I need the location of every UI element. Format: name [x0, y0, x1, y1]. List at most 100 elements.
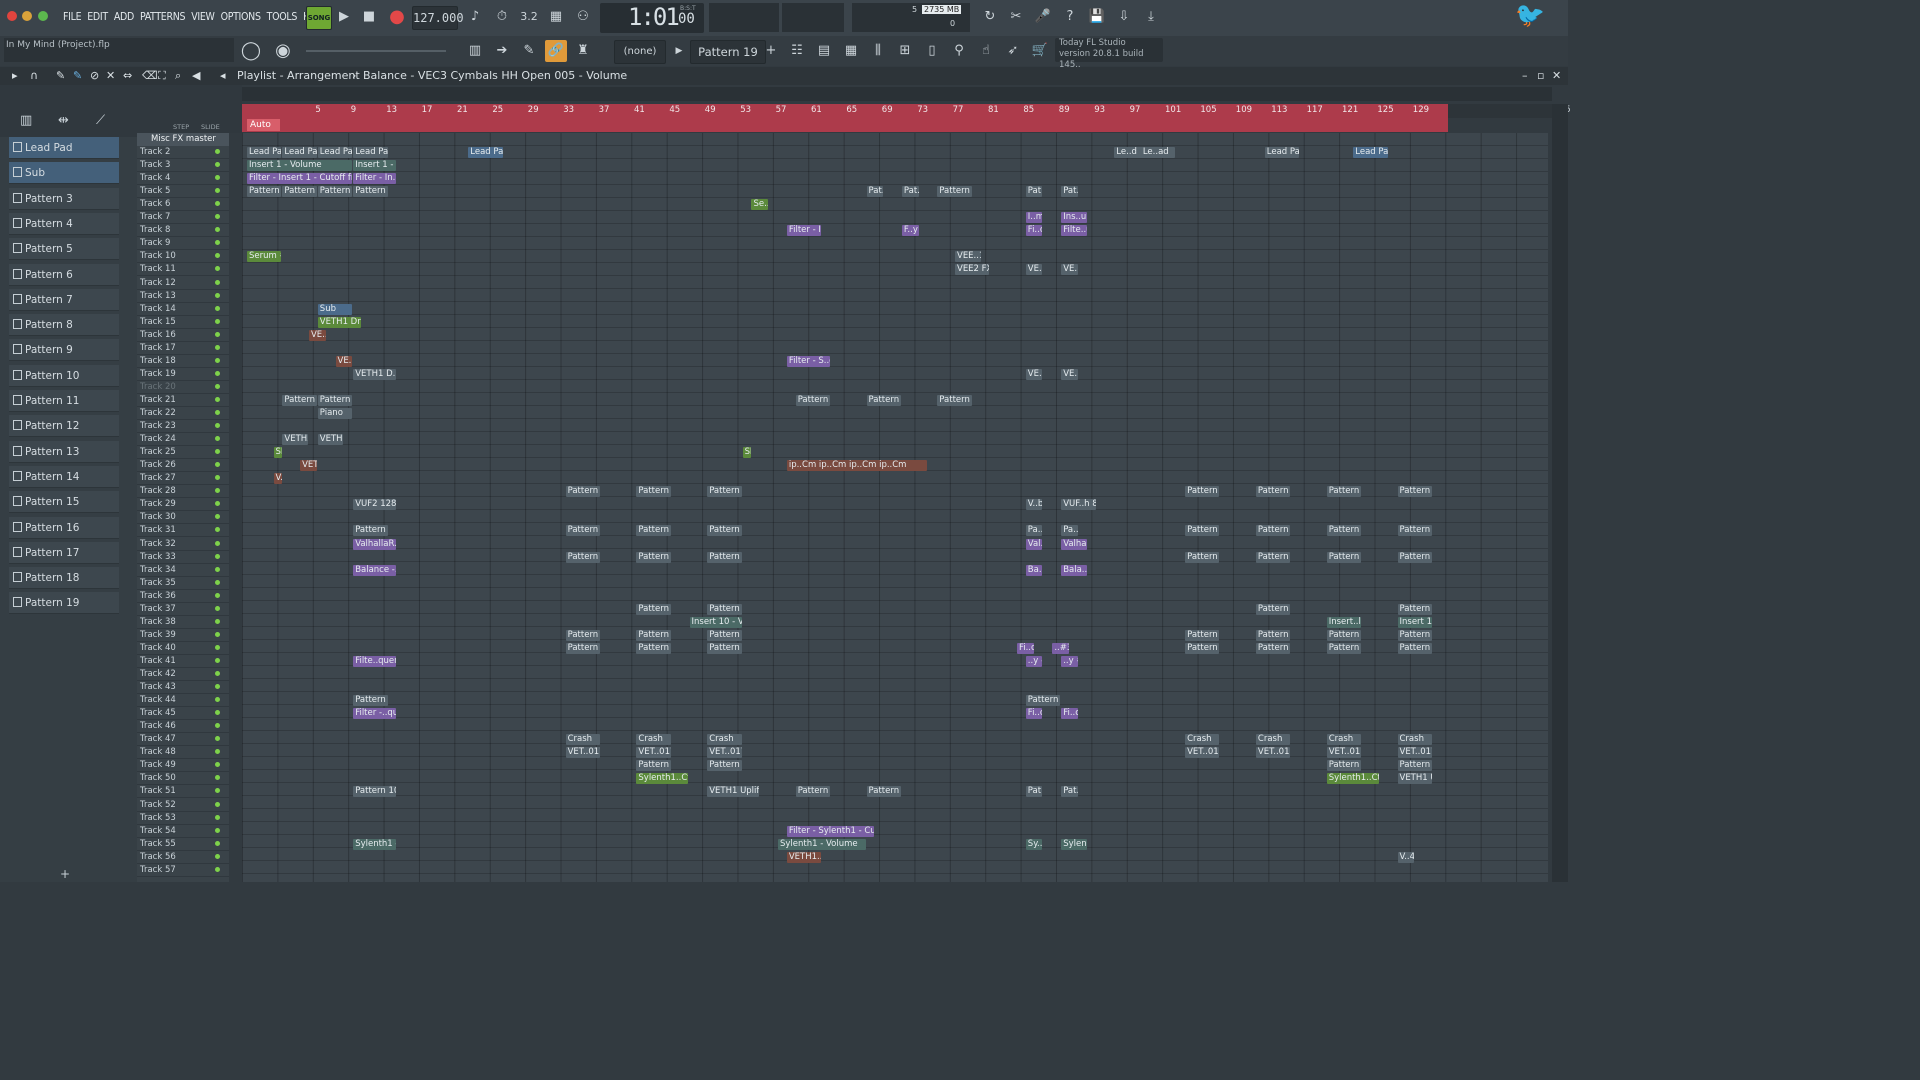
track-enable-led[interactable]: [215, 423, 220, 429]
playlist-clip[interactable]: Pattern 16: [866, 786, 901, 798]
project-info-icon[interactable]: ▯: [921, 40, 943, 62]
playlist-clip[interactable]: VET..017: [707, 747, 742, 759]
track-enable-led[interactable]: [215, 410, 220, 415]
track-header[interactable]: Track 56: [137, 851, 229, 864]
playlist-clip[interactable]: Pattern 13: [565, 642, 600, 654]
playlist-clip[interactable]: Fi..cy #3: [1016, 642, 1034, 654]
track-header[interactable]: Track 26: [137, 459, 229, 473]
playlist-clip[interactable]: VETH1 D..ter 003: [353, 368, 397, 380]
track-header[interactable]: Track 8: [137, 224, 229, 238]
playlist-clip[interactable]: VET..017: [636, 747, 671, 759]
track-header[interactable]: Track 22: [137, 407, 229, 420]
playlist-clip[interactable]: Pattern 6: [353, 525, 388, 537]
playlist-clip[interactable]: VEE2 FX 134: [955, 264, 990, 276]
track-enable-led[interactable]: [215, 644, 220, 650]
playlist-clip[interactable]: Sylenth1..Ctl Cutoff: [1326, 773, 1379, 785]
track-header[interactable]: Track 41: [137, 655, 229, 668]
track-enable-led[interactable]: [215, 488, 220, 494]
track-enable-led[interactable]: [215, 436, 220, 442]
playlist-clip[interactable]: VET..017: [1255, 747, 1291, 759]
playlist-grid[interactable]: Lead PadLead PadLead PadLead PadLead Pad…: [242, 133, 1548, 882]
blend-recording-icon[interactable]: ⚇: [572, 6, 594, 28]
auto-marker[interactable]: Auto: [247, 119, 280, 131]
playlist-clip[interactable]: Pattern 7: [636, 551, 671, 563]
track-header[interactable]: Track 20: [137, 381, 229, 394]
track-header[interactable]: Track 45: [137, 707, 229, 721]
pattern-list-item[interactable]: Pattern 15: [9, 491, 119, 514]
track-enable-led[interactable]: [215, 566, 220, 572]
playlist-clip[interactable]: ..y #2: [1025, 655, 1043, 667]
track-header[interactable]: Track 2: [137, 146, 229, 159]
track-enable-led[interactable]: [215, 618, 220, 624]
browser-icon[interactable]: ⊞: [894, 40, 916, 62]
track-header[interactable]: Track 11: [137, 263, 229, 277]
minimize-window-button[interactable]: [22, 11, 32, 21]
track-header[interactable]: Track 17: [137, 342, 229, 355]
playlist-clip[interactable]: VEE..126: [955, 251, 981, 263]
track-enable-led[interactable]: [215, 592, 220, 598]
playlist-clip[interactable]: Pattern 5: [1185, 486, 1220, 498]
help-icon[interactable]: ?: [1059, 6, 1081, 28]
piano-roll-icon[interactable]: ▥: [464, 40, 486, 62]
link-icon[interactable]: 🔗: [545, 40, 567, 62]
playlist-clip[interactable]: Pa..6: [1025, 525, 1043, 537]
playlist-minimize-icon[interactable]: –: [1522, 67, 1528, 85]
track-header[interactable]: Track 6: [137, 198, 229, 212]
playlist-clip[interactable]: VUF..h 8bar: [1061, 499, 1096, 511]
playlist-clip[interactable]: Pattern 13: [1397, 642, 1432, 654]
playlist-clip[interactable]: VUF2 128..atsch 8bar: [353, 499, 397, 511]
playlist-clip[interactable]: Pattern 12: [1255, 629, 1291, 641]
wait-input-icon[interactable]: ⏱: [491, 6, 513, 28]
menu-options[interactable]: OPTIONS: [218, 9, 264, 25]
channel-rack-icon[interactable]: ▦: [840, 40, 862, 62]
track-header[interactable]: Track 24: [137, 433, 229, 447]
playlist-clip[interactable]: Pat..0: [1061, 786, 1078, 798]
playlist-clip[interactable]: Pattern 11: [247, 186, 282, 198]
playlist-clip[interactable]: Crash: [1397, 734, 1432, 746]
pattern-list-item[interactable]: Pattern 10: [9, 364, 119, 387]
track-enable-led[interactable]: [215, 253, 220, 259]
touch-keyboard-icon[interactable]: ☝: [975, 40, 997, 62]
mute-tool-icon[interactable]: ✕: [106, 67, 115, 85]
pattern-list-item[interactable]: Sub: [9, 162, 119, 185]
track-header[interactable]: Track 27: [137, 472, 229, 486]
track-enable-led[interactable]: [215, 762, 220, 768]
playlist-clip[interactable]: Fi..cy: [1025, 225, 1043, 237]
playlist-clip[interactable]: Filter -..quency: [353, 708, 397, 720]
playlist-clip[interactable]: Insert 1 - Volume: [247, 160, 353, 172]
track-enable-led[interactable]: [215, 631, 220, 637]
playlist-clip[interactable]: ip..Cm ip..Cm ip..Cm ip..Cm: [786, 460, 928, 472]
playlist-clip[interactable]: Crash: [1185, 734, 1220, 746]
playlist-clip[interactable]: VE..: [335, 355, 353, 367]
master-slider[interactable]: [306, 50, 446, 52]
time-markers-lane[interactable]: [242, 118, 1448, 132]
metronome-icon[interactable]: ♪: [464, 6, 486, 28]
record-icon[interactable]: ●: [386, 6, 408, 28]
track-header[interactable]: Track 13: [137, 290, 229, 303]
playlist-clip[interactable]: Pattern 5: [636, 486, 671, 498]
timeline-ruler[interactable]: 5 9 13 17 21 25 29 33 37 41 45 49 53 57 61 65 69 73 77 81 85…: [242, 104, 1571, 118]
playlist-clip[interactable]: Bala..lume: [1061, 564, 1087, 576]
track-enable-led[interactable]: [215, 814, 220, 820]
track-header[interactable]: Track 55: [137, 838, 229, 851]
playlist-clip[interactable]: VETH1 U..er 053: [1397, 773, 1432, 785]
playlist-maximize-icon[interactable]: ▫: [1537, 67, 1544, 85]
playlist-clip[interactable]: Pattern 11: [353, 186, 388, 198]
track-header[interactable]: Track 28: [137, 485, 229, 499]
playlist-clip[interactable]: Pattern 5: [565, 486, 600, 498]
song-position-display[interactable]: 1:01 00 B:S:T: [600, 3, 704, 33]
playlist-clip[interactable]: Pattern 12: [1326, 629, 1362, 641]
playlist-clip[interactable]: Filter - Sylenth1 - Cutoff frequency: [786, 825, 875, 837]
undo-icon[interactable]: ↻: [979, 6, 1001, 28]
playlist-clip[interactable]: Pat..0: [1025, 786, 1043, 798]
plugin-icon[interactable]: ⚲: [948, 40, 970, 62]
pattern-list-item[interactable]: Pattern 9: [9, 339, 119, 362]
shop-icon[interactable]: 🛒: [1029, 40, 1051, 62]
playlist-close-icon[interactable]: ✕: [1552, 67, 1561, 85]
master-volume-knob[interactable]: ◯: [240, 40, 262, 62]
piano-icon[interactable]: ▥: [20, 113, 32, 128]
playlist-clip[interactable]: Sy..e: [1025, 838, 1043, 850]
audio-clip-icon[interactable]: ⇹: [58, 113, 69, 128]
playlist-clip[interactable]: ..#3: [1052, 642, 1070, 654]
track-enable-led[interactable]: [215, 605, 220, 611]
